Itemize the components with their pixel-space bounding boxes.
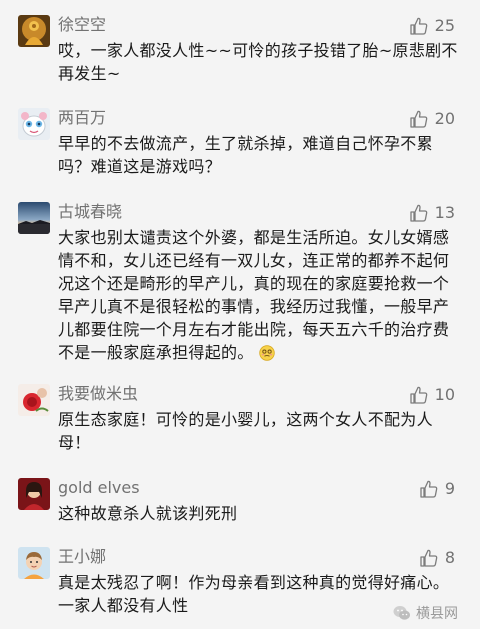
flower-avatar-icon [18,384,50,416]
like-count: 20 [434,109,455,128]
like-count: 8 [444,548,455,567]
avatar[interactable] [18,202,50,234]
avatar[interactable] [18,108,50,140]
user-name[interactable]: 我要做米虫 [58,384,138,404]
user-name[interactable]: gold elves [58,478,140,498]
embarrassed-emoji-icon [259,345,275,361]
like-count: 10 [434,385,455,404]
comment-text: 大家也别太谴责这个外婆，都是生活所迫。女儿女婿感情不和，女儿还已经有一双儿女，连… [58,228,450,362]
like-count: 9 [444,479,455,498]
thumbs-up-icon [409,17,427,35]
like-button[interactable]: 10 [409,384,455,406]
avatar[interactable] [18,478,50,510]
comment-text: 原生态家庭！可怜的是小婴儿，这两个女人不配为人母！ [58,410,433,452]
girl-avatar-icon [18,478,50,510]
comment-text-block: 大家也别太谴责这个外婆，都是生活所迫。女儿女婿感情不和，女儿还已经有一双儿女，连… [58,226,458,364]
thumbs-up-icon [409,110,427,128]
like-count: 25 [434,16,455,35]
avatar[interactable] [18,15,50,47]
avatar[interactable] [18,384,50,416]
sunset-avatar-icon [18,202,50,234]
thumbs-up-icon [420,480,438,498]
watermark: 横县网 [392,603,458,623]
buddha-avatar-icon [18,15,50,47]
cartoon-avatar-icon [18,108,50,140]
user-name[interactable]: 两百万 [58,108,106,128]
wechat-icon [393,606,410,620]
like-button[interactable]: 20 [409,108,455,130]
comment-text: 哎，一家人都没人性~~可怜的孩子投错了胎~原悲剧不再发生~ [58,41,458,83]
thumbs-up-icon [409,386,427,404]
like-button[interactable]: 13 [409,202,455,224]
like-count: 13 [434,203,455,222]
like-button[interactable]: 25 [409,15,455,37]
user-name[interactable]: 徐空空 [58,15,106,35]
like-button[interactable]: 9 [419,478,455,500]
thumbs-up-icon [420,549,438,567]
thumbs-up-icon [409,204,427,222]
comment-text: 这种故意杀人就该判死刑 [58,504,238,523]
comment-text: 早早的不去做流产，生了就杀掉，难道自己怀孕不累吗？难道这是游戏吗？ [58,134,433,176]
user-name[interactable]: 古城春晓 [58,202,122,222]
user-name[interactable]: 王小娜 [58,547,106,567]
like-button[interactable]: 8 [419,547,455,569]
watermark-text: 横县网 [416,606,458,622]
child-avatar-icon [18,547,50,579]
avatar[interactable] [18,547,50,579]
